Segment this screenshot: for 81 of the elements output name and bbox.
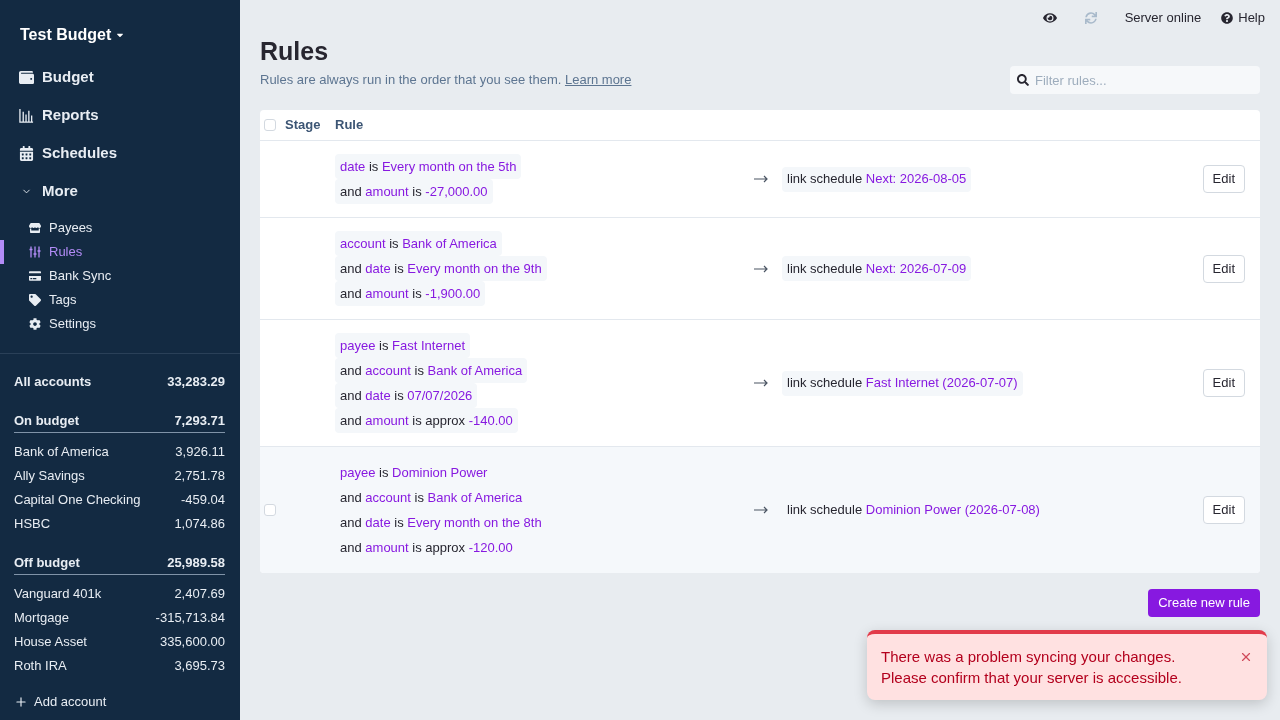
- account-group-name[interactable]: On budget: [14, 410, 79, 431]
- account-balance: 335,600.00: [159, 633, 225, 652]
- calendar-icon: [19, 145, 34, 161]
- rule-condition: payee is Fast Internet: [335, 333, 471, 358]
- checkbox[interactable]: [264, 504, 276, 516]
- account-name[interactable]: House Asset: [14, 632, 87, 652]
- wallet-icon: [19, 69, 34, 85]
- help-icon: [1221, 12, 1234, 24]
- account-name[interactable]: Roth IRA: [14, 656, 67, 676]
- rule-condition: date is Every month on the 5th: [335, 154, 522, 179]
- edit-button[interactable]: Edit: [1202, 254, 1245, 283]
- account-balance: 7,293.71: [174, 411, 225, 430]
- store-icon: [29, 222, 41, 234]
- checkbox[interactable]: [264, 119, 276, 131]
- rule-condition: and account is Bank of America: [335, 358, 528, 383]
- arrow-right-icon: [754, 264, 768, 273]
- page-description: Rules are always run in the order that you see them. Learn more: [260, 71, 632, 90]
- learn-more-link[interactable]: Learn more: [564, 72, 632, 88]
- account-name[interactable]: Bank of America: [14, 442, 109, 462]
- rule-action: link schedule Next: 2026-08-05: [782, 166, 972, 192]
- rule-condition: and amount is -1,900.00: [335, 281, 486, 306]
- nav-subitem[interactable]: Bank Sync: [29, 266, 112, 286]
- account-balance: 33,283.29: [167, 373, 225, 392]
- account-name[interactable]: Ally Savings: [14, 466, 85, 486]
- page-title: Rules: [260, 36, 330, 66]
- eye-icon[interactable]: [1042, 11, 1057, 25]
- add-account-button[interactable]: Add account: [14, 692, 107, 712]
- nav-subitem[interactable]: Tags: [29, 290, 77, 310]
- nav-item[interactable]: Budget: [19, 65, 94, 89]
- account-name[interactable]: All accounts: [14, 372, 92, 392]
- arrow-right-icon: [754, 379, 768, 387]
- help-button[interactable]: Help: [1221, 8, 1265, 28]
- nav-item[interactable]: Schedules: [19, 141, 118, 165]
- close-icon[interactable]: [1239, 650, 1253, 664]
- sliders-icon: [29, 246, 41, 258]
- arrow-right-icon: [754, 175, 768, 183]
- rule-condition: account is Bank of America: [335, 231, 502, 256]
- settings-icon: [29, 318, 41, 330]
- budget-name-button[interactable]: Test Budget: [20, 24, 126, 46]
- account-balance: 3,926.11: [175, 443, 225, 462]
- account-name[interactable]: Vanguard 401k: [14, 584, 102, 604]
- rule-action: link schedule Fast Internet (2026-07-07): [782, 370, 1023, 396]
- account-balance: 25,989.58: [167, 553, 225, 572]
- nav-subitem[interactable]: Settings: [29, 314, 96, 334]
- arrow-right-icon: [754, 506, 768, 514]
- column-header: Rule: [335, 116, 364, 135]
- server-status[interactable]: Server online: [1124, 8, 1202, 28]
- nav-item[interactable]: Reports: [19, 103, 99, 127]
- account-name[interactable]: Capital One Checking: [14, 490, 141, 510]
- credit-card-icon: [29, 270, 41, 282]
- toast-message: Please confirm that your server is accessible.: [881, 668, 1182, 688]
- nav-subitem[interactable]: Payees: [29, 218, 93, 238]
- edit-button[interactable]: Edit: [1202, 369, 1245, 397]
- rule-condition: and amount is -27,000.00: [335, 179, 493, 204]
- account-group-name[interactable]: Off budget: [14, 552, 80, 573]
- plus-icon: [14, 695, 28, 709]
- edit-button[interactable]: Edit: [1202, 165, 1245, 193]
- account-balance: -315,713.84: [155, 609, 225, 628]
- account-name[interactable]: HSBC: [14, 514, 51, 534]
- rule-action: link schedule Next: 2026-07-09: [782, 256, 972, 281]
- rule-condition: and amount is approx -140.00: [335, 408, 518, 433]
- bar-chart-icon: [19, 107, 34, 123]
- tag-icon: [29, 294, 41, 306]
- account-balance: 2,407.69: [174, 585, 225, 604]
- account-balance: 3,695.73: [174, 657, 225, 676]
- create-rule-button[interactable]: Create new rule: [1148, 589, 1260, 617]
- search-icon: [1017, 74, 1029, 86]
- sync-icon[interactable]: [1084, 12, 1097, 24]
- rule-condition: and date is 07/07/2026: [335, 383, 478, 408]
- edit-button[interactable]: Edit: [1202, 496, 1245, 524]
- toast-message: There was a problem syncing your changes.: [881, 647, 1177, 667]
- account-balance: -459.04: [180, 491, 225, 510]
- rule-row[interactable]: payee is Dominion Power and account is Bank of America and date is Every month on the 8th and amount is approx -120.00 link schedule Dominion Power (2026-07-08) Edit: [260, 447, 1260, 573]
- account-balance: 2,751.78: [174, 467, 225, 486]
- filter-field[interactable]: Filter rules...: [1010, 66, 1260, 94]
- account-balance: 1,074.86: [174, 515, 225, 534]
- nav-subitem[interactable]: Rules: [29, 242, 83, 262]
- column-header: Stage: [285, 116, 322, 135]
- rule-condition: and date is Every month on the 9th: [335, 256, 547, 281]
- account-name[interactable]: Mortgage: [14, 608, 69, 628]
- more-toggle[interactable]: More: [19, 179, 78, 203]
